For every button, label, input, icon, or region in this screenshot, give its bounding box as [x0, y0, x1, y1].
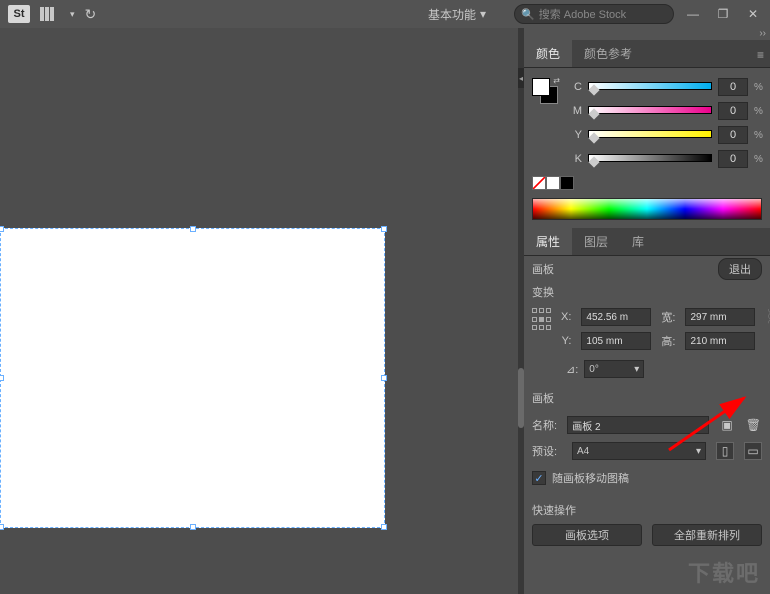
artboard[interactable]	[0, 228, 385, 528]
landscape-icon[interactable]: ▭	[744, 442, 762, 460]
tab-color-guide[interactable]: 颜色参考	[572, 40, 644, 67]
cyan-slider[interactable]	[588, 82, 712, 92]
magenta-slider[interactable]	[588, 106, 712, 116]
tab-color[interactable]: 颜色	[524, 40, 572, 67]
canvas-area[interactable]: 板 2	[0, 28, 518, 594]
color-panel: ⇄ C % M %	[524, 68, 770, 228]
black-slider[interactable]	[588, 154, 712, 164]
black-value[interactable]	[718, 150, 748, 168]
link-icon[interactable]: ⛓	[765, 308, 770, 325]
black-chip[interactable]	[560, 176, 574, 190]
preset-dropdown[interactable]: A4▾	[572, 442, 706, 460]
search-placeholder: 搜索 Adobe Stock	[539, 6, 626, 22]
yellow-slider[interactable]	[588, 130, 712, 140]
color-spectrum[interactable]	[532, 198, 762, 220]
artboard-header-2: 画板	[532, 390, 554, 406]
rearrange-all-button[interactable]: 全部重新排列	[652, 524, 762, 546]
workspace-switcher[interactable]: 基本功能 ▾	[408, 6, 506, 23]
y-label: Y:	[561, 335, 571, 347]
quick-actions-header: 快速操作	[532, 505, 576, 517]
cyan-value[interactable]	[718, 78, 748, 96]
color-tabs: 颜色 颜色参考 ≡	[524, 40, 770, 68]
handle-top-left[interactable]	[0, 226, 4, 232]
tab-libraries[interactable]: 库	[620, 228, 656, 255]
handle-bot-mid[interactable]	[190, 524, 196, 530]
tab-layers[interactable]: 图层	[572, 228, 620, 255]
close-button[interactable]: ✕	[742, 6, 764, 22]
x-label: X:	[561, 311, 571, 323]
artboard-header: 画板	[532, 261, 554, 277]
white-chip[interactable]	[546, 176, 560, 190]
layout-icon[interactable]	[40, 6, 60, 22]
move-artwork-label: 随画板移动图稿	[552, 470, 629, 486]
x-field[interactable]	[581, 308, 651, 326]
handle-top-right[interactable]	[381, 226, 387, 232]
rotation-field[interactable]: 0°▾	[584, 360, 644, 378]
artboard-options-button[interactable]: 画板选项	[532, 524, 642, 546]
props-tabs: 属性 图层 库	[524, 228, 770, 256]
handle-bot-right[interactable]	[381, 524, 387, 530]
handle-mid-right[interactable]	[381, 375, 387, 381]
minimize-button[interactable]: —	[682, 6, 704, 22]
refresh-icon[interactable]: ↻	[85, 6, 97, 23]
handle-bot-left[interactable]	[0, 524, 4, 530]
right-panels: ›› 颜色 颜色参考 ≡ ⇄ C %	[524, 28, 770, 594]
chevron-down-icon: ▾	[480, 7, 486, 21]
panel-menu-icon[interactable]: ≡	[757, 48, 764, 62]
k-label: K	[572, 153, 582, 165]
height-field[interactable]	[685, 332, 755, 350]
fill-swatch[interactable]	[532, 78, 550, 96]
magenta-value[interactable]	[718, 102, 748, 120]
watermark: 下载吧	[688, 556, 760, 588]
exit-button[interactable]: 退出	[718, 258, 762, 280]
width-field[interactable]	[685, 308, 755, 326]
c-label: C	[572, 81, 582, 93]
w-label: 宽:	[661, 309, 675, 325]
m-label: M	[572, 105, 582, 117]
swap-icon[interactable]: ⇄	[553, 76, 560, 85]
y-field[interactable]	[581, 332, 651, 350]
panel-expand-icon[interactable]: ››	[524, 28, 770, 40]
top-menu-bar: St ▾ ↻ 基本功能 ▾ 🔍 搜索 Adobe Stock — ❐ ✕	[0, 0, 770, 28]
portrait-icon[interactable]: ▯	[716, 442, 734, 460]
chevron-down-icon[interactable]: ▾	[70, 9, 75, 20]
preset-label: 预设:	[532, 443, 562, 459]
rotation-label: ⊿:	[566, 363, 578, 376]
handle-top-mid[interactable]	[190, 226, 196, 232]
name-label: 名称:	[532, 417, 557, 433]
move-artwork-checkbox[interactable]: ✓	[532, 471, 546, 485]
handle-mid-left[interactable]	[0, 375, 4, 381]
y-label: Y	[572, 129, 582, 141]
tab-properties[interactable]: 属性	[524, 228, 572, 255]
h-label: 高:	[661, 333, 675, 349]
restore-button[interactable]: ❐	[712, 6, 734, 22]
transform-header: 变换	[532, 284, 554, 300]
yellow-value[interactable]	[718, 126, 748, 144]
search-input[interactable]: 🔍 搜索 Adobe Stock	[514, 4, 674, 24]
delete-artboard-icon[interactable]: 🗑	[745, 416, 762, 434]
search-icon: 🔍	[521, 8, 535, 21]
workspace-label: 基本功能	[428, 6, 476, 23]
stock-icon[interactable]: St	[8, 5, 30, 23]
fill-stroke-swatch[interactable]: ⇄	[532, 78, 558, 104]
reference-point[interactable]	[532, 308, 551, 332]
artboard-name-field[interactable]	[567, 416, 709, 434]
none-color-chip[interactable]	[532, 176, 546, 190]
new-artboard-icon[interactable]: ▣	[719, 416, 734, 434]
